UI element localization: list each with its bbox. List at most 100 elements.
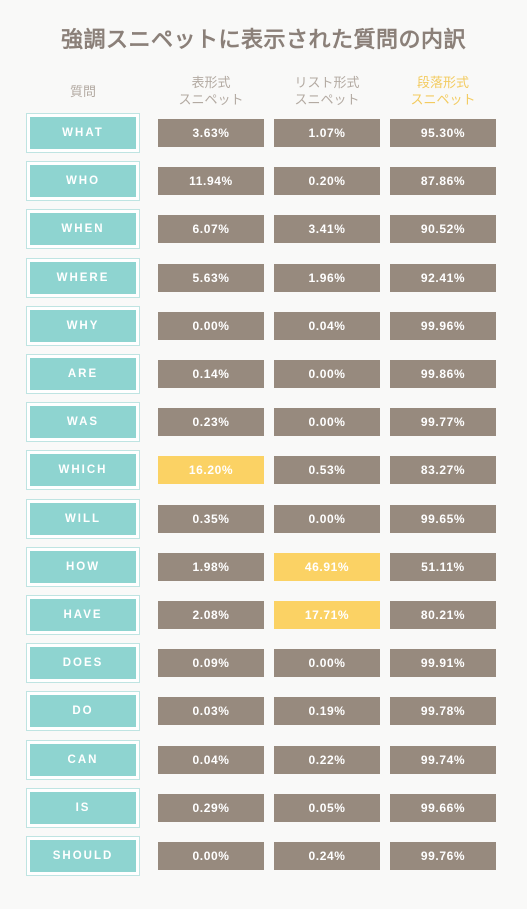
value-bar-table-snippet: 6.07% xyxy=(158,215,264,244)
column-header-list-snippet: リスト形式 スニペット xyxy=(274,74,380,108)
question-pill-fill: IS xyxy=(30,791,136,824)
column-header-question: 質問 xyxy=(69,84,96,99)
question-pill-fill: WHY xyxy=(30,309,136,342)
question-label: WAS xyxy=(66,416,100,429)
question-pill[interactable]: WHY xyxy=(26,305,140,346)
value-label-table-snippet: 0.00% xyxy=(192,849,230,863)
column-header-table-snippet-line2: スニペット xyxy=(178,92,244,107)
value-bar-paragraph-snippet: 92.41% xyxy=(390,263,496,292)
value-bar-list-snippet: 0.20% xyxy=(274,167,380,196)
value-label-table-snippet: 0.04% xyxy=(192,752,230,767)
question-pill-fill: DOES xyxy=(30,647,136,680)
question-label: WHO xyxy=(65,175,101,188)
question-pill-fill: WHAT xyxy=(30,117,136,149)
value-bar-list-snippet: 0.04% xyxy=(274,311,380,340)
value-label-table-snippet: 2.08% xyxy=(192,608,230,622)
value-label-table-snippet: 0.09% xyxy=(192,656,230,671)
question-pill-fill: WHERE xyxy=(30,261,136,294)
question-pill-fill: WHICH xyxy=(30,454,136,487)
question-pill[interactable]: IS xyxy=(26,787,140,828)
question-pill[interactable]: DOES xyxy=(26,643,140,684)
table-row: ARE 0.14% 0.00% 99.86% xyxy=(0,354,527,398)
value-bar-table-snippet: 0.03% xyxy=(158,697,264,726)
table-row: WHAT 3.63% 1.07% 95.30% xyxy=(0,113,527,157)
value-label-paragraph-snippet: 80.21% xyxy=(420,608,466,622)
value-label-paragraph-snippet: 51.11% xyxy=(421,559,465,574)
column-header-table-snippet-line1: 表形式 xyxy=(191,75,231,90)
value-label-paragraph-snippet: 92.41% xyxy=(420,270,466,285)
value-label-list-snippet: 0.24% xyxy=(308,849,346,863)
value-label-table-snippet: 3.63% xyxy=(192,126,230,140)
value-label-list-snippet: 0.53% xyxy=(308,463,346,478)
value-label-table-snippet: 5.63% xyxy=(192,270,230,285)
value-bar-list-snippet: 3.41% xyxy=(274,215,380,244)
value-label-list-snippet: 1.07% xyxy=(308,126,346,140)
value-label-table-snippet: 11.94% xyxy=(189,174,233,189)
table-row: WILL 0.35% 0.00% 99.65% xyxy=(0,498,527,543)
question-label: CAN xyxy=(67,753,99,766)
column-header-paragraph-snippet-line1: 段落形式 xyxy=(416,75,469,90)
value-bar-table-snippet: 0.23% xyxy=(158,408,264,437)
value-label-list-snippet: 0.05% xyxy=(308,800,346,815)
value-label-table-snippet: 0.23% xyxy=(192,415,230,430)
question-pill[interactable]: WHERE xyxy=(26,257,140,298)
question-pill[interactable]: WHO xyxy=(26,161,140,202)
value-label-list-snippet: 0.00% xyxy=(308,415,346,430)
table-row: HAVE 2.08% 17.71% 80.21% xyxy=(0,595,527,639)
table-row: DO 0.03% 0.19% 99.78% xyxy=(0,691,527,735)
question-pill[interactable]: CAN xyxy=(26,739,140,780)
question-pill-fill: HOW xyxy=(30,550,136,583)
question-label: DOES xyxy=(62,657,104,670)
question-pill-fill: SHOULD xyxy=(30,840,136,872)
column-header-paragraph-snippet: 段落形式 スニペット xyxy=(390,74,496,108)
question-pill[interactable]: ARE xyxy=(26,354,140,394)
value-bar-paragraph-snippet: 51.11% xyxy=(390,552,496,581)
page-title: 強調スニペットに表示された質問の内訳 xyxy=(60,27,466,52)
question-pill[interactable]: HAVE xyxy=(26,595,140,635)
value-bar-list-snippet: 0.24% xyxy=(274,842,380,870)
question-label: IS xyxy=(75,801,91,814)
value-bar-table-snippet: 0.04% xyxy=(158,745,264,774)
question-pill[interactable]: WILL xyxy=(26,498,140,539)
value-bar-paragraph-snippet: 99.66% xyxy=(390,793,496,822)
value-label-paragraph-snippet: 87.86% xyxy=(420,174,466,189)
value-bar-list-snippet: 0.00% xyxy=(274,504,380,533)
value-bar-paragraph-snippet: 80.21% xyxy=(390,601,496,629)
value-bar-list-snippet: 1.96% xyxy=(274,263,380,292)
value-bar-paragraph-snippet: 87.86% xyxy=(390,167,496,196)
question-pill[interactable]: SHOULD xyxy=(26,836,140,876)
value-bar-table-snippet: 2.08% xyxy=(158,601,264,629)
value-bar-table-snippet: 0.09% xyxy=(158,649,264,678)
value-label-list-snippet: 0.04% xyxy=(308,318,346,333)
value-label-table-snippet: 16.20% xyxy=(188,463,234,478)
value-bar-list-snippet: 0.19% xyxy=(274,697,380,726)
value-bar-table-snippet: 0.00% xyxy=(158,311,264,340)
value-label-paragraph-snippet: 99.76% xyxy=(420,849,466,863)
value-bar-paragraph-snippet: 99.91% xyxy=(390,649,496,678)
question-label: WHAT xyxy=(62,127,104,139)
value-bar-paragraph-snippet: 83.27% xyxy=(390,456,496,485)
question-pill[interactable]: WHICH xyxy=(26,450,140,491)
question-pill[interactable]: WAS xyxy=(26,402,140,443)
value-label-paragraph-snippet: 99.77% xyxy=(420,415,466,430)
table-row: CAN 0.04% 0.22% 99.74% xyxy=(0,739,527,784)
value-bar-table-snippet: 1.98% xyxy=(158,552,264,581)
value-label-paragraph-snippet: 99.65% xyxy=(420,511,466,526)
question-label: DO xyxy=(72,705,94,718)
column-header-list-snippet-line2: スニペット xyxy=(294,92,360,107)
table-row: WAS 0.23% 0.00% 99.77% xyxy=(0,402,527,446)
value-label-table-snippet: 0.35% xyxy=(192,511,230,526)
value-bar-paragraph-snippet: 99.96% xyxy=(390,311,496,340)
table-row: WHEN 6.07% 3.41% 90.52% xyxy=(0,209,527,253)
question-pill[interactable]: DO xyxy=(26,691,140,732)
value-bar-paragraph-snippet: 95.30% xyxy=(390,119,496,147)
question-pill[interactable]: HOW xyxy=(26,546,140,587)
value-bar-list-snippet: 0.05% xyxy=(274,793,380,822)
question-label: WHEN xyxy=(61,223,105,236)
value-label-table-snippet: 0.14% xyxy=(192,367,230,381)
value-bar-paragraph-snippet: 99.78% xyxy=(390,697,496,726)
question-pill[interactable]: WHAT xyxy=(26,113,140,153)
table-row: WHO 11.94% 0.20% 87.86% xyxy=(0,161,527,205)
question-pill[interactable]: WHEN xyxy=(26,209,140,250)
column-header-paragraph-snippet-line2: スニペット xyxy=(410,92,476,107)
